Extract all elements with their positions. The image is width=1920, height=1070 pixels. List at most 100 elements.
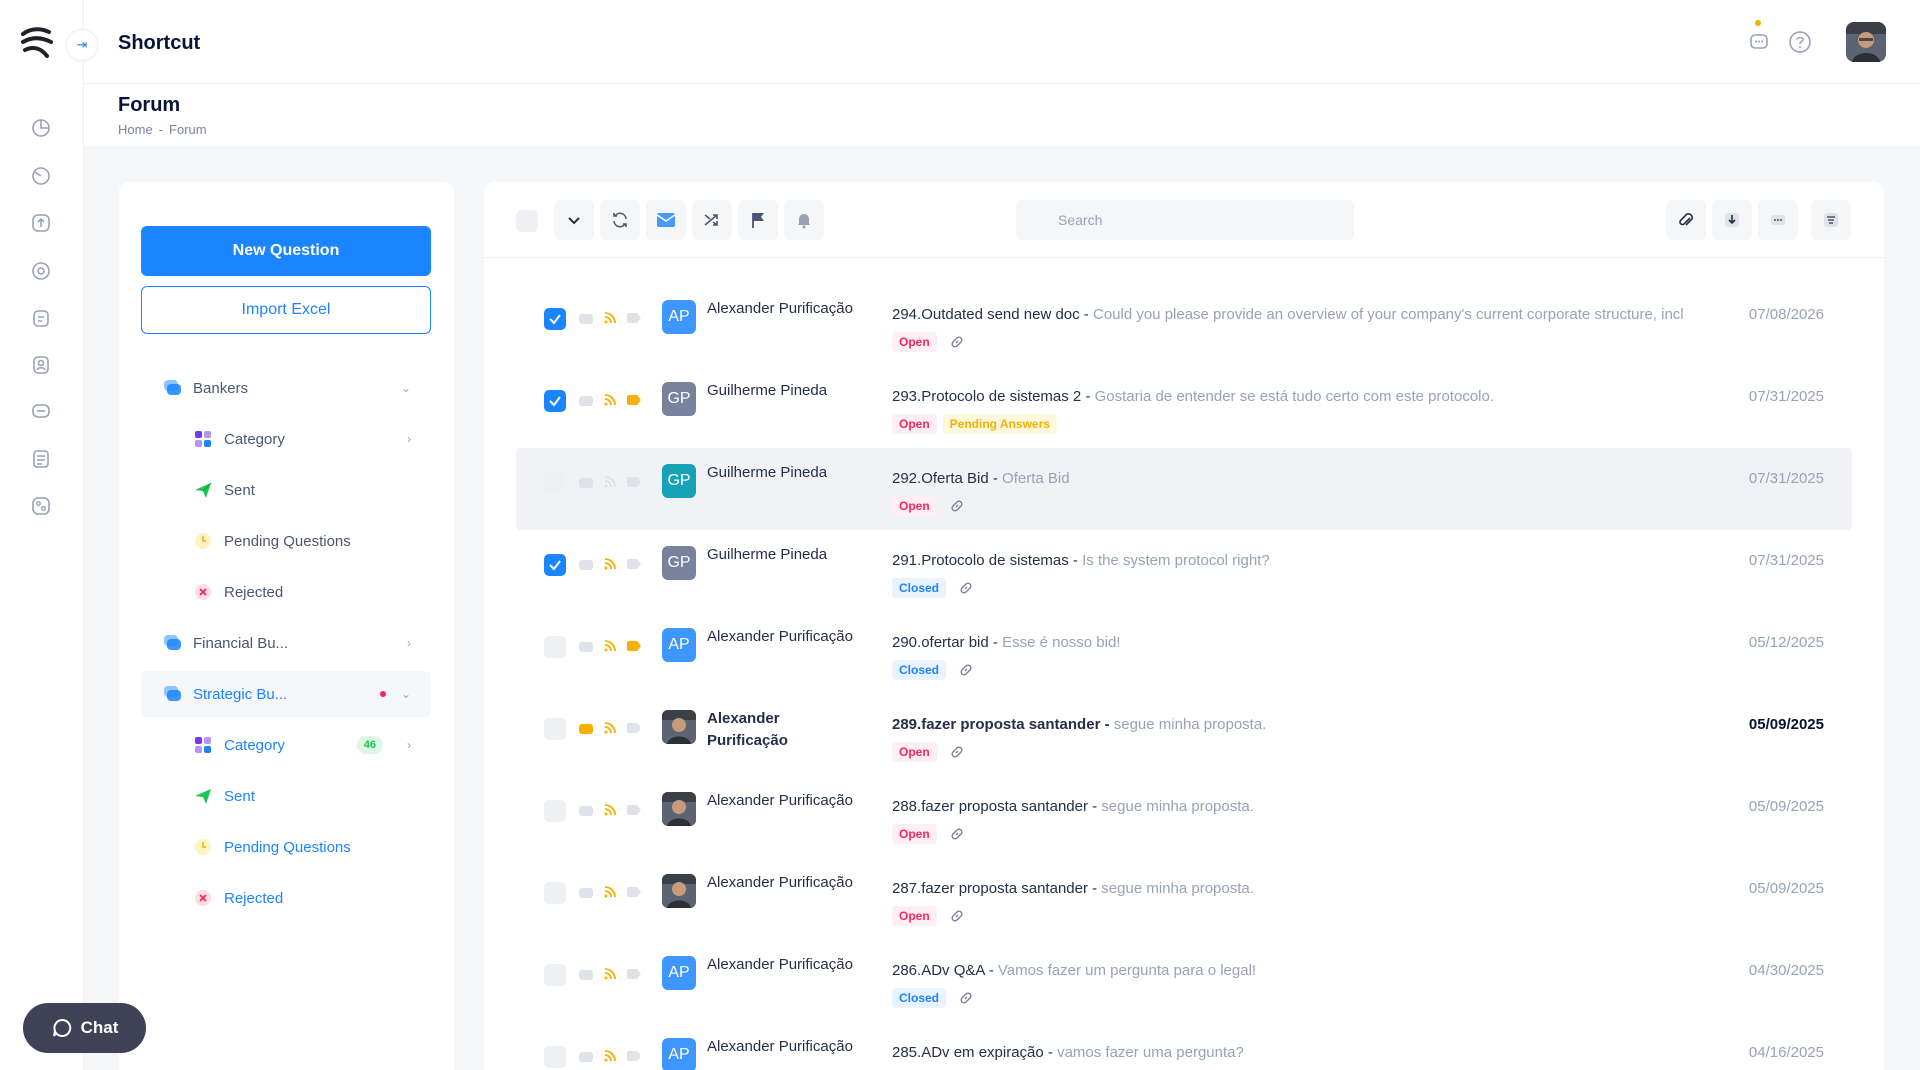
dashboard-icon[interactable] — [28, 115, 54, 141]
envelope-icon[interactable] — [578, 720, 594, 736]
label-tag-icon[interactable] — [626, 474, 642, 490]
question-row[interactable]: AP Alexander Purificação 285.ADv em expira… — [516, 1022, 1852, 1070]
row-checkbox[interactable] — [544, 964, 566, 986]
envelope-open-icon[interactable] — [578, 556, 594, 572]
label-tag-icon[interactable] — [626, 638, 642, 654]
label-tag-icon[interactable] — [626, 310, 642, 326]
label-tag-icon[interactable] — [626, 1048, 642, 1064]
row-checkbox[interactable] — [544, 882, 566, 904]
link-icon[interactable] — [958, 662, 974, 678]
row-checkbox[interactable] — [544, 308, 566, 330]
row-checkbox[interactable] — [544, 390, 566, 412]
question-row[interactable]: AP Alexander Purificação 290.ofertar bid -… — [516, 612, 1852, 694]
envelope-open-icon[interactable] — [578, 310, 594, 326]
bankers-rejected[interactable]: Rejected — [141, 569, 431, 615]
group-bankers[interactable]: Bankers ⌄ — [141, 365, 431, 411]
rss-icon[interactable] — [602, 474, 618, 490]
bankers-category[interactable]: Category › — [141, 416, 431, 462]
row-checkbox[interactable] — [544, 472, 566, 494]
rss-icon[interactable] — [602, 802, 618, 818]
envelope-open-icon[interactable] — [578, 638, 594, 654]
messages-icon[interactable] — [1745, 28, 1773, 56]
strategic-rejected[interactable]: Rejected — [141, 875, 431, 921]
link-icon[interactable] — [949, 334, 965, 350]
envelope-open-icon[interactable] — [578, 392, 594, 408]
group-strategic[interactable]: Strategic Bu... ⌄ — [141, 671, 431, 717]
label-tag-icon[interactable] — [626, 802, 642, 818]
new-question-button[interactable]: New Question — [141, 226, 431, 276]
notify-button[interactable] — [784, 200, 824, 240]
row-checkbox[interactable] — [544, 1046, 566, 1068]
rss-icon[interactable] — [602, 720, 618, 736]
question-subject[interactable]: 292.Oferta Bid - Oferta Bid — [892, 470, 1722, 487]
select-options-button[interactable] — [554, 200, 594, 240]
link-icon[interactable] — [949, 908, 965, 924]
flag-button[interactable] — [738, 200, 778, 240]
contacts-icon[interactable] — [28, 352, 54, 378]
row-checkbox[interactable] — [544, 636, 566, 658]
envelope-open-icon[interactable] — [578, 802, 594, 818]
label-tag-icon[interactable] — [626, 392, 642, 408]
question-row[interactable]: Alexander Purificação 289.fazer proposta … — [516, 694, 1852, 776]
question-row[interactable]: Alexander Purificação 288.fazer proposta … — [516, 776, 1852, 858]
apps-icon[interactable] — [28, 493, 54, 519]
question-subject[interactable]: 286.ADv Q&A - Vamos fazer um pergunta pa… — [892, 962, 1722, 979]
forum-icon[interactable] — [28, 399, 54, 425]
clipboard-icon[interactable] — [28, 305, 54, 331]
bankers-pending-questions[interactable]: Pending Questions — [141, 518, 431, 564]
strategic-category[interactable]: Category 46 › — [141, 722, 431, 768]
collapse-sidebar-button[interactable]: ⇥ — [66, 29, 98, 61]
question-subject[interactable]: 290.ofertar bid - Esse é nosso bid! — [892, 634, 1722, 651]
label-tag-icon[interactable] — [626, 966, 642, 982]
logo-icon[interactable] — [19, 24, 55, 60]
rss-icon[interactable] — [602, 556, 618, 572]
rss-icon[interactable] — [602, 638, 618, 654]
rss-icon[interactable] — [602, 392, 618, 408]
chart-icon[interactable] — [28, 163, 54, 189]
envelope-open-icon[interactable] — [578, 474, 594, 490]
row-checkbox[interactable] — [544, 800, 566, 822]
row-checkbox[interactable] — [544, 554, 566, 576]
rss-icon[interactable] — [602, 310, 618, 326]
question-subject[interactable]: 293.Protocolo de sistemas 2 - Gostaria d… — [892, 388, 1722, 405]
more-options-button[interactable] — [1758, 200, 1798, 240]
question-row[interactable]: Alexander Purificação 287.fazer proposta … — [516, 858, 1852, 940]
label-tag-icon[interactable] — [626, 556, 642, 572]
user-avatar[interactable] — [1846, 22, 1886, 62]
chat-button[interactable]: Chat — [23, 1003, 146, 1053]
upload-icon[interactable] — [28, 210, 54, 236]
question-subject[interactable]: 287.fazer proposta santander - segue min… — [892, 880, 1722, 897]
link-icon[interactable] — [949, 498, 965, 514]
question-row[interactable]: GP Guilherme Pineda 291.Protocolo de siste… — [516, 530, 1852, 612]
document-icon[interactable] — [28, 446, 54, 472]
rss-icon[interactable] — [602, 966, 618, 982]
refresh-button[interactable] — [600, 200, 640, 240]
help-icon[interactable] — [1786, 28, 1814, 56]
rss-icon[interactable] — [602, 884, 618, 900]
group-financial[interactable]: Financial Bu... › — [141, 620, 431, 666]
question-row[interactable]: GP Guilherme Pineda 293.Protocolo de siste… — [516, 366, 1852, 448]
select-all-checkbox[interactable] — [516, 210, 538, 232]
bankers-sent[interactable]: Sent — [141, 467, 431, 513]
strategic-sent[interactable]: Sent — [141, 773, 431, 819]
question-row[interactable]: GP Guilherme Pineda 292.Oferta Bid - Ofert… — [516, 448, 1852, 530]
question-row[interactable]: AP Alexander Purificação 294.Outdated send… — [516, 284, 1852, 366]
question-subject[interactable]: 285.ADv em expiração - vamos fazer uma p… — [892, 1044, 1722, 1061]
envelope-open-icon[interactable] — [578, 966, 594, 982]
settings-icon[interactable] — [28, 258, 54, 284]
question-subject[interactable]: 289.fazer proposta santander - segue min… — [892, 716, 1722, 733]
label-tag-icon[interactable] — [626, 720, 642, 736]
question-subject[interactable]: 294.Outdated send new doc - Could you pl… — [892, 306, 1722, 323]
shuffle-button[interactable] — [692, 200, 732, 240]
strategic-pending-questions[interactable]: Pending Questions — [141, 824, 431, 870]
link-icon[interactable] — [949, 826, 965, 842]
filter-button[interactable] — [1811, 200, 1851, 240]
row-checkbox[interactable] — [544, 718, 566, 740]
rss-icon[interactable] — [602, 1048, 618, 1064]
search-input[interactable]: Search — [1016, 200, 1354, 240]
label-tag-icon[interactable] — [626, 884, 642, 900]
attachments-button[interactable] — [1666, 200, 1706, 240]
question-subject[interactable]: 288.fazer proposta santander - segue min… — [892, 798, 1722, 815]
link-icon[interactable] — [958, 990, 974, 1006]
download-button[interactable] — [1712, 200, 1752, 240]
